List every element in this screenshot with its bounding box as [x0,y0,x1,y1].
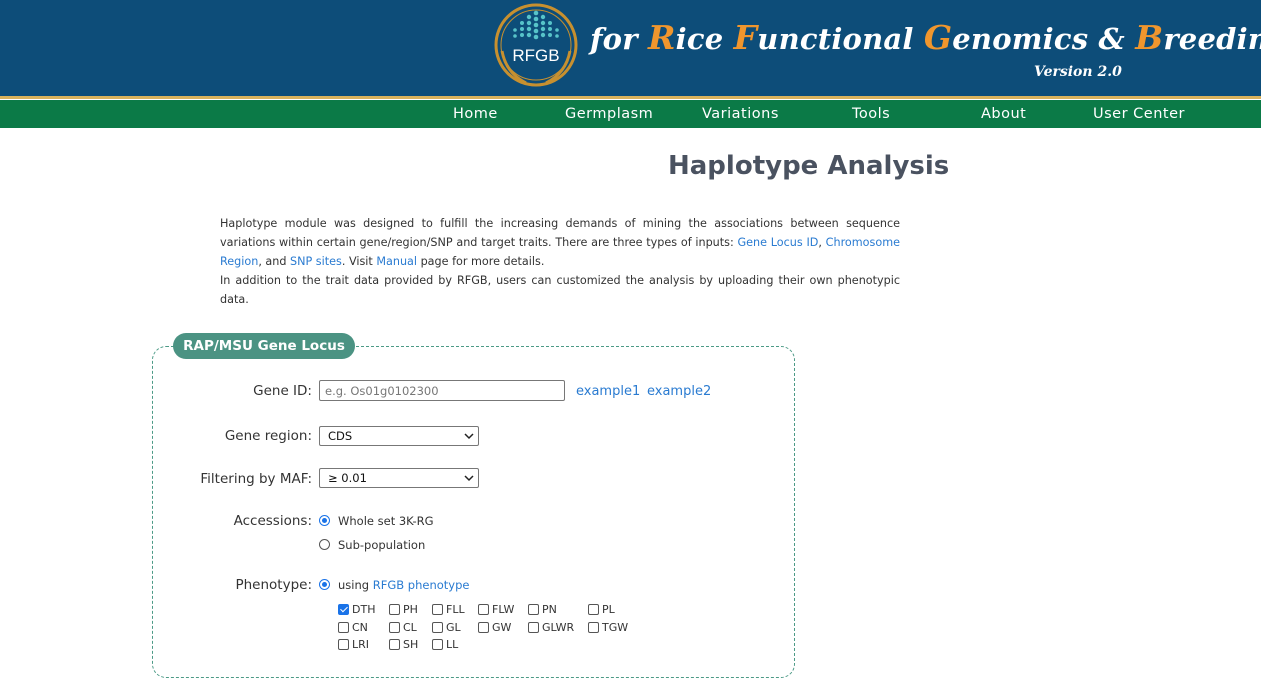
trait-checkbox-cl[interactable] [389,622,400,633]
trait-label: LRI [352,638,370,651]
trait-checkbox-dth[interactable] [338,604,349,615]
trait-label: FLW [492,603,515,616]
site-title-part: ice [675,22,734,56]
trait-label: SH [403,638,419,651]
nav-variations[interactable]: Variations [702,100,779,128]
accessions-radio-subpopulation[interactable] [319,539,330,550]
accessions-radio-whole-set[interactable] [319,515,330,526]
intro-text-part: , and [258,255,291,268]
trait-checkbox-sh[interactable] [389,639,400,650]
phenotype-label: Phenotype: [235,577,312,593]
accessions-option-label: Sub-population [338,538,426,552]
trait-checkbox-glwr[interactable] [528,622,539,633]
trait-checkbox-ph[interactable] [389,604,400,615]
trait-checkbox-flw[interactable] [478,604,489,615]
rfgb-phenotype-link[interactable]: RFGB phenotype [373,578,470,592]
site-title-part: for [590,22,648,56]
trait-checkbox-ll[interactable] [432,639,443,650]
page-title: Haplotype Analysis [668,151,950,181]
intro-text-part: , [818,236,826,249]
site-title-part: reeding [1163,22,1261,56]
example2-link[interactable]: example2 [647,384,711,399]
example1-link[interactable]: example1 [576,384,640,399]
phenotype-option-label: using RFGB phenotype [338,578,469,592]
site-title-part: R [648,18,676,57]
logo-text: RFGB [512,46,559,65]
nav-about[interactable]: About [981,100,1026,128]
chevron-down-icon [464,475,474,482]
site-banner: RFGB for Rice Functional Genomics & Bree… [0,0,1261,96]
snp-sites-link[interactable]: SNP sites [290,255,342,268]
phenotype-using-text: using [338,578,373,592]
trait-checkbox-cn[interactable] [338,622,349,633]
site-title-part: F [733,18,758,57]
main-nav: Home Germplasm Variations Tools About Us… [0,100,1261,128]
trait-label: GLWR [542,621,575,634]
accessions-option-label: Whole set 3K-RG [338,514,434,528]
site-title-part: G [923,18,953,57]
trait-label: PN [542,603,557,616]
intro-text-part: . Visit [341,255,377,268]
trait-label: TGW [602,621,629,634]
trait-checkbox-gl[interactable] [432,622,443,633]
gene-region-value: CDS [328,429,353,443]
trait-label: CL [403,621,417,634]
gene-id-label: Gene ID: [253,383,312,399]
trait-label: FLL [446,603,465,616]
intro-paragraph-1: Haplotype module was designed to fulfill… [220,214,900,271]
panel-legend: RAP/MSU Gene Locus [173,333,355,359]
phenotype-radio-rfgb[interactable] [319,579,330,590]
maf-select[interactable]: ≥ 0.01 [319,468,479,488]
trait-label: GL [446,621,461,634]
maf-label: Filtering by MAF: [200,471,312,487]
site-title-part: unctional [757,22,924,56]
maf-value: ≥ 0.01 [328,471,367,485]
site-title: for Rice Functional Genomics & Breeding [590,18,1261,57]
nav-home[interactable]: Home [453,100,498,128]
manual-link[interactable]: Manual [376,255,417,268]
gene-region-select[interactable]: CDS [319,426,479,446]
trait-checkbox-tgw[interactable] [588,622,599,633]
trait-label: PH [403,603,418,616]
trait-checkbox-fll[interactable] [432,604,443,615]
trait-label: CN [352,621,368,634]
site-title-part: B [1135,18,1164,57]
trait-label: PL [602,603,615,616]
trait-label: DTH [352,603,376,616]
trait-label: GW [492,621,512,634]
site-version: Version 2.0 [1034,64,1122,80]
intro-paragraph-2: In addition to the trait data provided b… [220,274,900,306]
gene-region-label: Gene region: [224,428,312,444]
nav-germplasm[interactable]: Germplasm [565,100,653,128]
gene-id-input[interactable] [319,380,565,401]
trait-checkbox-pn[interactable] [528,604,539,615]
intro-text-part: page for more details. [417,255,545,268]
chevron-down-icon [464,433,474,440]
trait-checkbox-gw[interactable] [478,622,489,633]
accessions-label: Accessions: [233,513,312,529]
trait-checkbox-lri[interactable] [338,639,349,650]
nav-user-center[interactable]: User Center [1093,100,1185,128]
trait-checkbox-pl[interactable] [588,604,599,615]
intro-text: Haplotype module was designed to fulfill… [220,214,900,309]
nav-tools[interactable]: Tools [852,100,890,128]
site-title-part: enomics & [952,22,1136,56]
rfgb-logo-icon[interactable]: RFGB [492,3,580,87]
trait-label: LL [446,638,459,651]
gene-locus-link[interactable]: Gene Locus ID [738,236,819,249]
